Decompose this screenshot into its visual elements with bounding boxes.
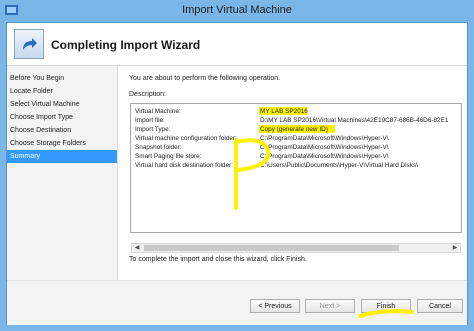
sidebar-item-choose-import-type[interactable]: Choose Import Type (7, 111, 117, 124)
wizard-footer: < Previous Next > Finish Cancel (7, 280, 467, 325)
row-value: C:\ProgramData\Microsoft\Windows\Hyper-V… (260, 144, 389, 151)
row-value: MY LAB SP2016 (260, 108, 308, 115)
sidebar-item-before-you-begin[interactable]: Before You Begin (7, 72, 117, 85)
wizard-arrow-icon (14, 29, 44, 59)
sidebar-item-locate-folder[interactable]: Locate Folder (7, 85, 117, 98)
intro-text: You are about to perform the following o… (129, 75, 281, 82)
finish-instruction: To complete the import and close this wi… (129, 256, 307, 263)
description-label: Description: (129, 91, 166, 98)
description-box[interactable]: Virtual Machine: MY LAB SP2016 Import fi… (130, 103, 462, 233)
wizard-steps-sidebar: Before You Begin Locate Folder Select Vi… (7, 66, 118, 280)
row-key: Smart Paging file store: (135, 153, 202, 160)
window-title: Import Virtual Machine (182, 4, 292, 16)
row-value: C:\ProgramData\Microsoft\Windows\Hyper-V… (260, 153, 389, 160)
row-value: C:\Users\Public\Documents\Hyper-V\Virtua… (260, 162, 418, 169)
sidebar-item-select-virtual-machine[interactable]: Select Virtual Machine (7, 98, 117, 111)
title-bar[interactable]: Import Virtual Machine (0, 0, 474, 22)
finish-button[interactable]: Finish (361, 299, 411, 313)
row-key: Virtual Machine: (135, 108, 181, 115)
next-button[interactable]: Next > (305, 299, 355, 313)
cancel-button[interactable]: Cancel (417, 299, 463, 313)
row-value: D:\MY LAB SP2016\Virtual Machines\42E19C… (260, 117, 449, 124)
row-key: Virtual machine configuration folder: (135, 135, 237, 142)
row-value: Copy (generate new ID) (260, 126, 328, 133)
sidebar-item-choose-storage-folders[interactable]: Choose Storage Folders (7, 137, 117, 150)
row-key: Import Type: (135, 126, 171, 133)
wizard-client-area: Completing Import Wizard Before You Begi… (6, 22, 468, 325)
row-value: C:\ProgramData\Microsoft\Windows\Hyper-V… (260, 135, 389, 142)
scroll-left-icon[interactable]: ◀ (132, 244, 142, 252)
horizontal-scrollbar[interactable]: ◀ ▶ (131, 243, 461, 253)
sidebar-item-choose-destination[interactable]: Choose Destination (7, 124, 117, 137)
import-wizard-window: Import Virtual Machine Completing Import… (0, 0, 474, 331)
summary-panel: You are about to perform the following o… (119, 66, 467, 280)
sidebar-item-summary[interactable]: Summary (7, 150, 117, 163)
row-key: Snapshot folder: (135, 144, 182, 151)
wizard-header: Completing Import Wizard (7, 23, 467, 66)
row-key: Virtual hard disk destination folder: (135, 162, 233, 169)
page-title: Completing Import Wizard (51, 38, 201, 52)
previous-button[interactable]: < Previous (250, 299, 300, 313)
row-key: Import file: (135, 117, 165, 124)
scroll-thumb[interactable] (144, 245, 399, 251)
scroll-right-icon[interactable]: ▶ (450, 244, 460, 252)
